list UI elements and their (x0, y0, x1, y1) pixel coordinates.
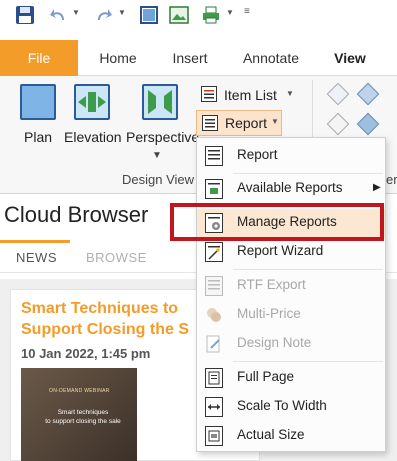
cube-solid-icon[interactable] (356, 82, 380, 106)
actual-size-icon (205, 426, 223, 446)
report-wizard-icon (205, 242, 223, 262)
item-list-button[interactable]: Item List (224, 87, 277, 103)
news-card-thumbnail[interactable]: ON-DEMAND WEBINAR Smart techniques to su… (21, 368, 137, 461)
redo-dropdown-icon[interactable]: ▼ (118, 8, 126, 17)
window-icon[interactable] (138, 4, 160, 26)
menu-item-report[interactable]: Report (197, 142, 385, 170)
menu-separator (233, 361, 383, 362)
menu-item-scale-to-width[interactable]: Scale To Width (197, 393, 385, 421)
menu-separator (233, 269, 383, 270)
menu-item-label: RTF Export (237, 277, 306, 292)
multi-price-icon (205, 305, 223, 325)
elevation-view-icon (74, 84, 110, 120)
perspective-dropdown-icon[interactable]: ▼ (152, 150, 162, 161)
item-list-dropdown-icon[interactable]: ▼ (286, 89, 294, 98)
submenu-arrow-icon: ▶ (373, 182, 381, 193)
menu-item-label: Design Note (237, 335, 312, 350)
quick-access-toolbar: ▼ ▼ ▼ ≡ (0, 0, 397, 32)
tab-file[interactable]: File (0, 40, 78, 76)
cube-hidden-icon[interactable] (326, 112, 350, 136)
cloud-browser-title: Cloud Browser (4, 202, 149, 227)
cube-shaded-icon[interactable] (356, 112, 380, 136)
menu-item-label: Available Reports (237, 180, 343, 195)
menu-item-label: Report (237, 147, 278, 162)
full-page-icon (205, 368, 223, 388)
right-group-label: er (386, 172, 397, 187)
undo-dropdown-icon[interactable]: ▼ (72, 8, 80, 17)
menu-item-available-reports[interactable]: Available Reports ▶ (197, 175, 385, 203)
image-icon[interactable] (168, 4, 190, 26)
tab-browse[interactable]: BROWSE (86, 250, 147, 265)
scale-to-width-icon (205, 397, 223, 417)
report-button[interactable]: Report ▼ (196, 110, 282, 136)
report-dropdown-icon: ▼ (271, 117, 279, 126)
design-note-icon (205, 334, 223, 354)
tab-news[interactable]: NEWS (16, 250, 57, 265)
highlight-annotation (170, 203, 384, 241)
tab-annotate[interactable]: Annotate (238, 40, 304, 76)
ribbon-tabs: File Home Insert Annotate View (0, 40, 397, 76)
news-card-title[interactable]: Smart Techniques to Support Closing the … (21, 298, 221, 340)
available-reports-icon (205, 179, 223, 199)
tab-insert[interactable]: Insert (168, 40, 212, 76)
undo-icon[interactable] (48, 4, 70, 26)
perspective-button[interactable]: Perspective (126, 129, 199, 145)
news-card-date: 10 Jan 2022, 1:45 pm (21, 346, 151, 361)
menu-item-full-page[interactable]: Full Page (197, 364, 385, 392)
print-dropdown-icon[interactable]: ▼ (226, 8, 234, 17)
perspective-view-icon (142, 84, 178, 120)
cloud-title-underline (0, 240, 70, 243)
menu-item-multi-price: Multi-Price (197, 301, 385, 329)
save-icon[interactable] (14, 4, 36, 26)
menu-item-label: Report Wizard (237, 243, 324, 258)
report-menu: Report Available Reports ▶ Manage Report… (196, 137, 386, 452)
report-doc-icon (205, 146, 223, 166)
menu-item-label: Multi-Price (237, 306, 301, 321)
customize-toolbar-icon[interactable]: ≡ (244, 6, 250, 17)
menu-separator (233, 173, 383, 174)
report-icon (202, 115, 218, 131)
rtf-export-icon (205, 276, 223, 296)
menu-item-label: Full Page (237, 369, 295, 384)
menu-item-rtf-export: RTF Export (197, 272, 385, 300)
thumbnail-title: Smart techniques to support closing the … (45, 409, 121, 425)
item-list-icon (201, 86, 217, 102)
print-icon[interactable] (200, 4, 222, 26)
report-button-label: Report (225, 115, 268, 131)
thumbnail-caption: ON-DEMAND WEBINAR (49, 388, 110, 394)
elevation-button[interactable]: Elevation (64, 129, 122, 145)
cube-wire-icon[interactable] (326, 82, 350, 106)
menu-item-actual-size[interactable]: Actual Size (197, 422, 385, 450)
plan-button[interactable]: Plan (24, 129, 52, 145)
menu-item-label: Scale To Width (237, 398, 327, 413)
menu-item-report-wizard[interactable]: Report Wizard (197, 238, 385, 266)
menu-item-design-note: Design Note (197, 330, 385, 358)
plan-view-icon (20, 84, 56, 120)
menu-item-label: Actual Size (237, 427, 305, 442)
tab-view[interactable]: View (330, 40, 370, 76)
redo-icon[interactable] (92, 4, 114, 26)
design-view-group-label: Design View (122, 172, 195, 187)
tab-home[interactable]: Home (96, 40, 140, 76)
